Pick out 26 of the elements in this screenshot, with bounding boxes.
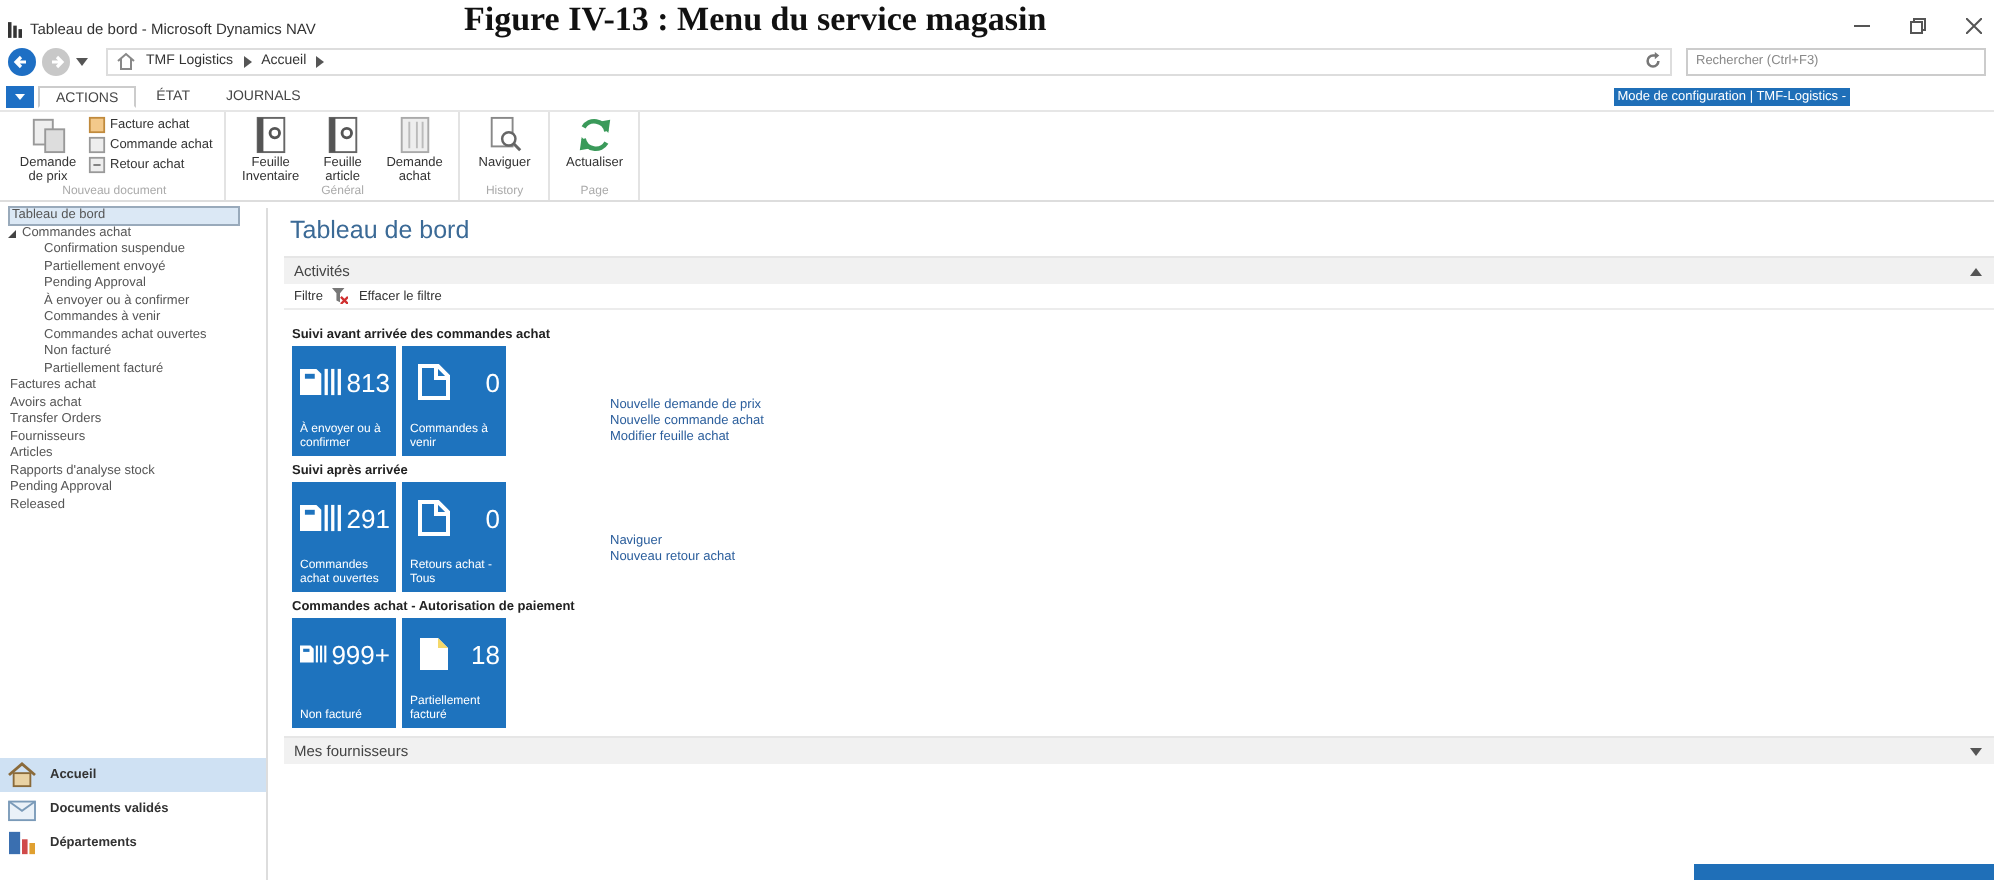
- document-icon: [88, 156, 106, 174]
- restore-icon[interactable]: [1910, 18, 1926, 34]
- documents-icon: [29, 116, 67, 154]
- refresh-icon: [575, 116, 614, 154]
- refresh-icon[interactable]: [1644, 52, 1662, 70]
- close-icon[interactable]: [1966, 18, 1982, 34]
- sheet-icon: [395, 116, 434, 154]
- home-icon[interactable]: [116, 52, 136, 70]
- back-icon[interactable]: [8, 47, 36, 75]
- collapse-caret-icon[interactable]: [1970, 267, 1982, 275]
- document-search-icon: [485, 116, 524, 154]
- figure-caption: Figure IV-13 : Menu du service magasin: [464, 0, 1047, 38]
- expand-arrow-icon[interactable]: [8, 229, 16, 238]
- notebook-icon: [251, 116, 290, 154]
- collapse-caret-icon[interactable]: [1970, 747, 1982, 755]
- page-title: Tableau de bord: [290, 216, 472, 244]
- chart-icon: [6, 830, 38, 856]
- notebook-icon: [323, 116, 362, 154]
- app-icon: [8, 22, 22, 38]
- home-icon: [6, 762, 38, 788]
- caret-icon[interactable]: [76, 57, 88, 65]
- envelope-icon: [6, 796, 38, 822]
- menu-button[interactable]: [6, 86, 34, 108]
- clear-filter-icon[interactable]: [332, 288, 349, 304]
- chevron-icon[interactable]: [243, 55, 252, 67]
- chevron-icon[interactable]: [316, 55, 325, 67]
